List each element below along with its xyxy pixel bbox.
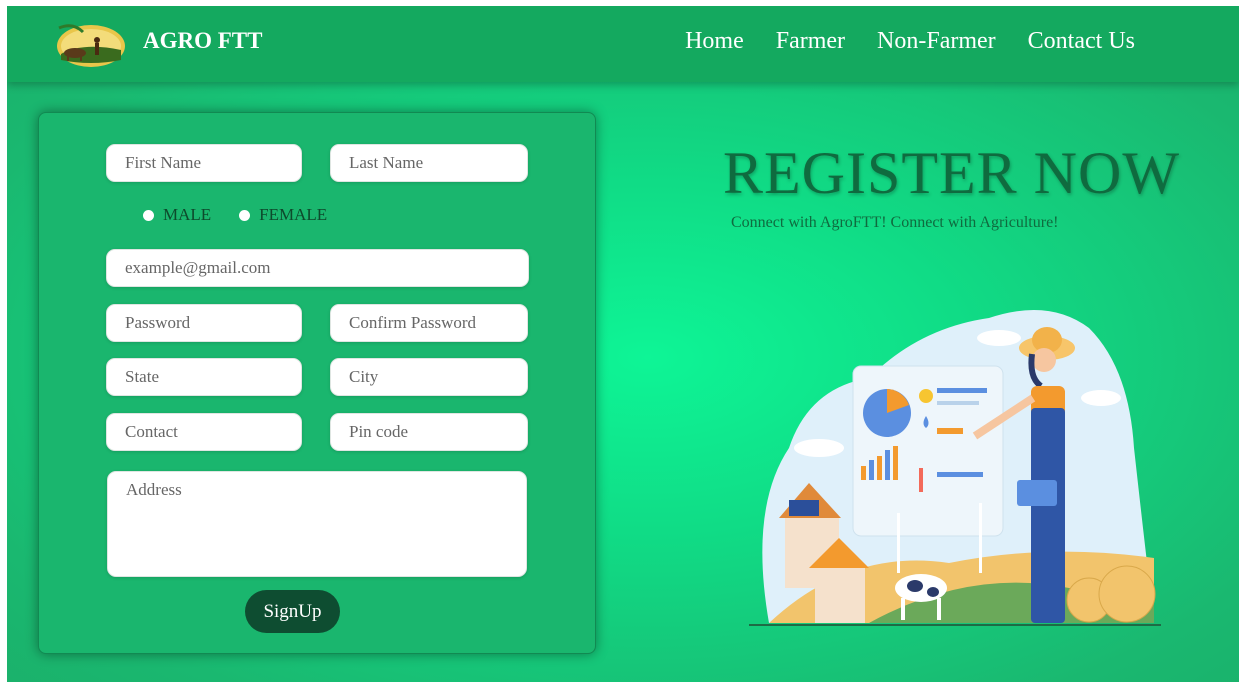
nav-home[interactable]: Home	[685, 28, 744, 55]
gender-male-option[interactable]: MALE	[143, 205, 211, 225]
signup-button[interactable]: SignUp	[245, 590, 340, 633]
register-tagline: Connect with AgroFTT! Connect with Agric…	[731, 214, 1059, 231]
confirm-password-input[interactable]	[330, 304, 528, 342]
pincode-input[interactable]	[330, 413, 528, 451]
nav-non-farmer[interactable]: Non-Farmer	[877, 28, 996, 55]
password-input[interactable]	[106, 304, 302, 342]
address-textarea[interactable]	[107, 471, 527, 577]
contact-input[interactable]	[106, 413, 302, 451]
navbar: AGRO FTT Home Farmer Non-Farmer Contact …	[7, 6, 1239, 82]
register-heading: REGISTER NOW	[723, 140, 1180, 206]
last-name-input[interactable]	[330, 144, 528, 182]
gender-radio-group: MALE FEMALE	[143, 205, 355, 225]
male-radio[interactable]	[143, 209, 154, 221]
farmer-illustration	[749, 310, 1161, 626]
brand-name[interactable]: AGRO FTT	[143, 28, 262, 54]
nav-farmer[interactable]: Farmer	[776, 28, 845, 55]
male-label: MALE	[163, 205, 212, 224]
email-input[interactable]	[106, 249, 529, 287]
gender-female-option[interactable]: FEMALE	[239, 205, 327, 225]
registration-form: MALE FEMALE SignUp	[38, 112, 596, 654]
page: AGRO FTT Home Farmer Non-Farmer Contact …	[7, 6, 1239, 682]
nav-contact-us[interactable]: Contact Us	[1028, 28, 1135, 55]
city-input[interactable]	[330, 358, 528, 396]
brand-logo[interactable]	[53, 20, 129, 68]
female-label: FEMALE	[259, 205, 328, 224]
first-name-input[interactable]	[106, 144, 302, 182]
female-radio[interactable]	[239, 209, 251, 221]
state-input[interactable]	[106, 358, 302, 396]
nav-links: Home Farmer Non-Farmer Contact Us	[653, 28, 1135, 55]
